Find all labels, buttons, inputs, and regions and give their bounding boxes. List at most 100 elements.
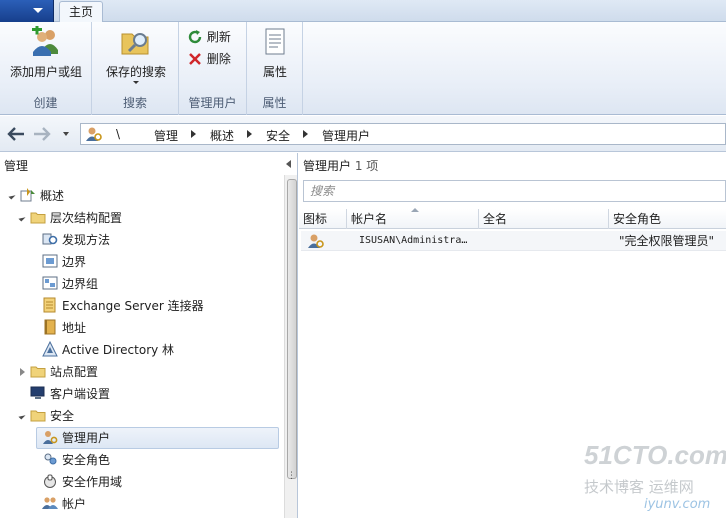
history-dropdown-icon[interactable] xyxy=(63,132,69,136)
forward-arrow-icon xyxy=(34,127,51,141)
tree-item-label: 客户端设置 xyxy=(50,387,111,401)
delete-icon xyxy=(189,52,201,65)
forward-button[interactable] xyxy=(32,125,52,143)
tree-item[interactable]: 客户端设置 xyxy=(30,383,110,405)
tree-item[interactable]: 管理用户 xyxy=(42,427,110,449)
collapse-pane-icon[interactable] xyxy=(286,160,291,168)
ribbon-group-search: 保存的搜索 搜索 xyxy=(92,22,179,115)
tree-item-label: Exchange Server 连接器 xyxy=(62,299,204,313)
back-button[interactable] xyxy=(6,125,26,143)
tree-item[interactable]: 边界 xyxy=(42,251,86,273)
sort-ascending-icon xyxy=(411,208,419,212)
breadcrumb-separator-icon[interactable] xyxy=(303,130,308,138)
tree-item[interactable]: 地址 xyxy=(42,317,86,339)
tree-item-label: Active Directory 林 xyxy=(62,343,175,357)
app-menu-button[interactable] xyxy=(0,0,54,22)
tree-item[interactable]: 安全作用域 xyxy=(42,471,122,493)
navigation-pane: 管理 概述层次结构配置 发现方法边界边界组 Exchange Server 连接器地… xyxy=(0,153,298,518)
watermark-logo: 51CTO.com xyxy=(584,440,726,470)
cell-security-role: "完全权限管理员" xyxy=(619,234,715,248)
refresh-label: 刷新 xyxy=(206,30,231,44)
scrollbar-thumb[interactable] xyxy=(287,179,297,479)
tree-item-label: 层次结构配置 xyxy=(50,211,123,225)
tree-collapsed-icon[interactable] xyxy=(20,368,25,376)
column-header-icon[interactable]: 图标 xyxy=(299,209,347,229)
tree-item[interactable]: 概述 xyxy=(8,185,65,207)
pane-title: 管理 xyxy=(4,159,29,173)
item-count: 1 项 xyxy=(354,159,379,173)
ad-forest-icon xyxy=(42,340,58,357)
tree-item-label: 概述 xyxy=(40,189,65,203)
properties-icon xyxy=(265,28,285,55)
breadcrumb-overview[interactable]: 概述 xyxy=(210,127,234,144)
tree-item[interactable]: 层次结构配置 xyxy=(18,207,123,229)
breadcrumb[interactable]: \ 管理 概述 安全 管理用户 xyxy=(80,123,726,145)
group-label-search: 搜索 xyxy=(122,96,147,110)
cell-full-name xyxy=(483,231,603,251)
column-header-fullname[interactable]: 全名 xyxy=(479,209,609,229)
search-input[interactable]: 搜索 xyxy=(303,180,726,202)
dropdown-arrow-icon xyxy=(133,81,139,84)
tree-item[interactable]: 安全 xyxy=(18,405,75,427)
tree-item-label: 安全作用域 xyxy=(62,475,123,489)
tree-expanded-icon[interactable] xyxy=(8,192,16,200)
tree-item[interactable]: 发现方法 xyxy=(42,229,110,251)
tab-home[interactable]: 主页 xyxy=(59,1,103,23)
delete-button[interactable]: 删除 xyxy=(187,50,231,67)
exchange-connector-icon xyxy=(42,297,58,313)
tree-item[interactable]: 站点配置 xyxy=(20,361,99,383)
list-title-text: 管理用户 xyxy=(303,159,352,173)
breadcrumb-admin[interactable]: 管理 xyxy=(154,127,178,144)
column-header-account[interactable]: 帐户名 xyxy=(347,209,479,229)
watermark-site: iyunv.com xyxy=(644,497,711,512)
properties-button[interactable]: 属性 xyxy=(253,26,297,80)
tree-expanded-icon[interactable] xyxy=(18,412,26,420)
ribbon-tab-bar: 主页 xyxy=(0,0,726,23)
ribbon-group-manage: 刷新 删除 管理用户 xyxy=(179,22,247,115)
cell-account-name: ISUSAN\Administra… xyxy=(359,235,468,246)
boundary-icon xyxy=(42,253,58,269)
properties-label: 属性 xyxy=(262,65,287,79)
navigation-bar: \ 管理 概述 安全 管理用户 xyxy=(0,116,726,152)
refresh-button[interactable]: 刷新 xyxy=(187,28,231,45)
admin-users-icon xyxy=(42,429,58,445)
add-user-or-group-label: 添加用户或组 xyxy=(9,65,82,79)
breadcrumb-admin-users[interactable]: 管理用户 xyxy=(322,127,370,144)
refresh-icon xyxy=(188,29,202,43)
grid-header: 图标 帐户名 全名 安全角色 xyxy=(299,208,726,229)
column-header-security-role[interactable]: 安全角色 xyxy=(609,209,726,229)
tree-expanded-icon[interactable] xyxy=(18,214,26,222)
tree-item-label: 边界 xyxy=(62,255,87,269)
breadcrumb-separator-icon[interactable] xyxy=(191,130,196,138)
tree-item-label: 站点配置 xyxy=(50,365,99,379)
group-label-manage: 管理用户 xyxy=(188,96,237,110)
saved-searches-button[interactable]: 保存的搜索 xyxy=(98,26,174,84)
tree-item-label: 地址 xyxy=(62,321,87,335)
table-row[interactable]: ISUSAN\Administra… "完全权限管理员" xyxy=(301,231,726,251)
ribbon-group-create: 添加用户或组 创建 xyxy=(0,22,92,115)
back-arrow-icon xyxy=(7,127,24,141)
client-settings-icon xyxy=(30,385,46,401)
security-roles-icon xyxy=(42,451,58,467)
folder-icon xyxy=(30,407,46,423)
admin-users-icon xyxy=(86,127,102,141)
add-users-icon xyxy=(32,24,58,56)
breadcrumb-separator-icon[interactable] xyxy=(247,130,252,138)
tree-item-label: 边界组 xyxy=(62,277,99,291)
tree-item[interactable]: 安全角色 xyxy=(42,449,110,471)
splitter-grip-icon[interactable]: ⋮ xyxy=(287,471,296,481)
tree-item-label: 发现方法 xyxy=(62,233,111,247)
tree-item-label: 帐户 xyxy=(62,497,87,511)
tree-item-label: 安全 xyxy=(50,409,75,423)
tree-item[interactable]: Active Directory 林 xyxy=(42,339,174,361)
folder-icon xyxy=(30,209,46,225)
tree-item[interactable]: 帐户 xyxy=(42,493,86,515)
breadcrumb-root[interactable]: \ xyxy=(116,127,120,141)
ribbon-group-properties: 属性 属性 xyxy=(247,22,303,115)
discovery-icon xyxy=(42,231,58,247)
tree-item[interactable]: 边界组 xyxy=(42,273,98,295)
add-user-or-group-button[interactable]: 添加用户或组 xyxy=(6,24,86,80)
tree-item[interactable]: Exchange Server 连接器 xyxy=(42,295,204,317)
breadcrumb-security[interactable]: 安全 xyxy=(266,127,290,144)
vertical-scrollbar[interactable] xyxy=(284,175,297,518)
